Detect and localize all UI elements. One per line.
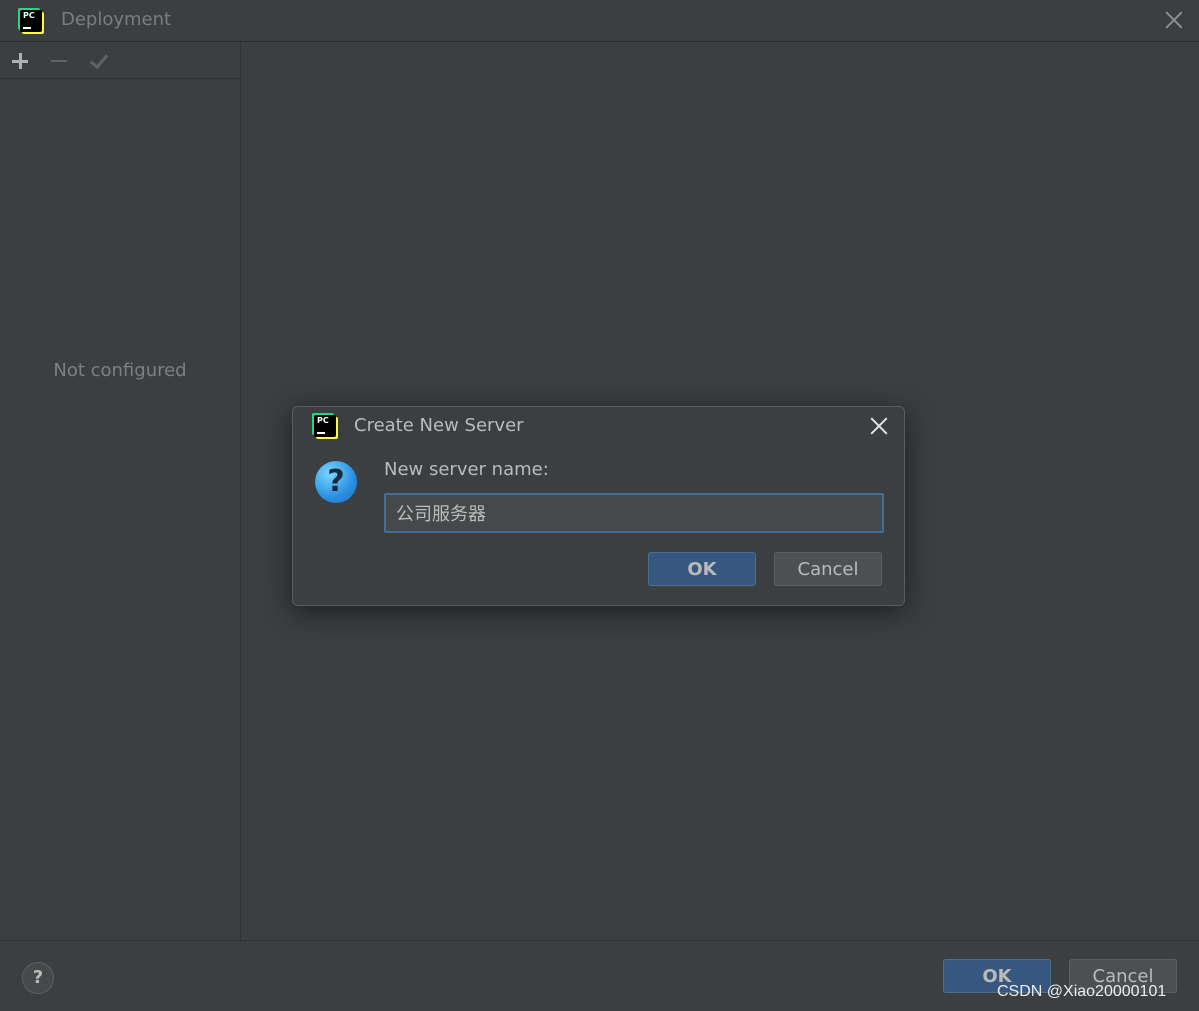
pycharm-logo-icon: PC [20,10,42,32]
window-close-icon[interactable] [1162,8,1186,32]
app-icon-text: PC [23,11,35,20]
pycharm-logo-icon: PC [314,415,336,437]
question-icon: ? [315,461,357,503]
set-default-check-icon[interactable] [87,49,111,73]
help-button[interactable]: ? [22,962,54,994]
dialog-title: Create New Server [354,415,524,436]
dialog-cancel-button[interactable]: Cancel [774,552,882,586]
window-title: Deployment [61,9,172,30]
server-list-toolbar [0,42,240,79]
csdn-watermark: CSDN @Xiao20000101 [997,983,1167,1000]
dialog-close-icon[interactable] [867,414,891,438]
dialog-app-icon-text: PC [317,416,329,425]
window-titlebar: PC Deployment [0,0,1199,42]
remove-server-icon[interactable] [47,49,71,73]
server-name-input[interactable] [384,493,884,533]
dialog-app-icon-bar [317,432,325,434]
create-new-server-dialog: PC Create New Server ? New server name: … [292,406,905,606]
empty-state-text: Not configured [53,360,187,381]
server-name-label: New server name: [384,459,549,480]
add-server-icon[interactable] [8,49,32,73]
dialog-ok-button[interactable]: OK [648,552,756,586]
app-icon-bar [23,27,31,29]
server-list-panel: Not configured [0,42,241,940]
